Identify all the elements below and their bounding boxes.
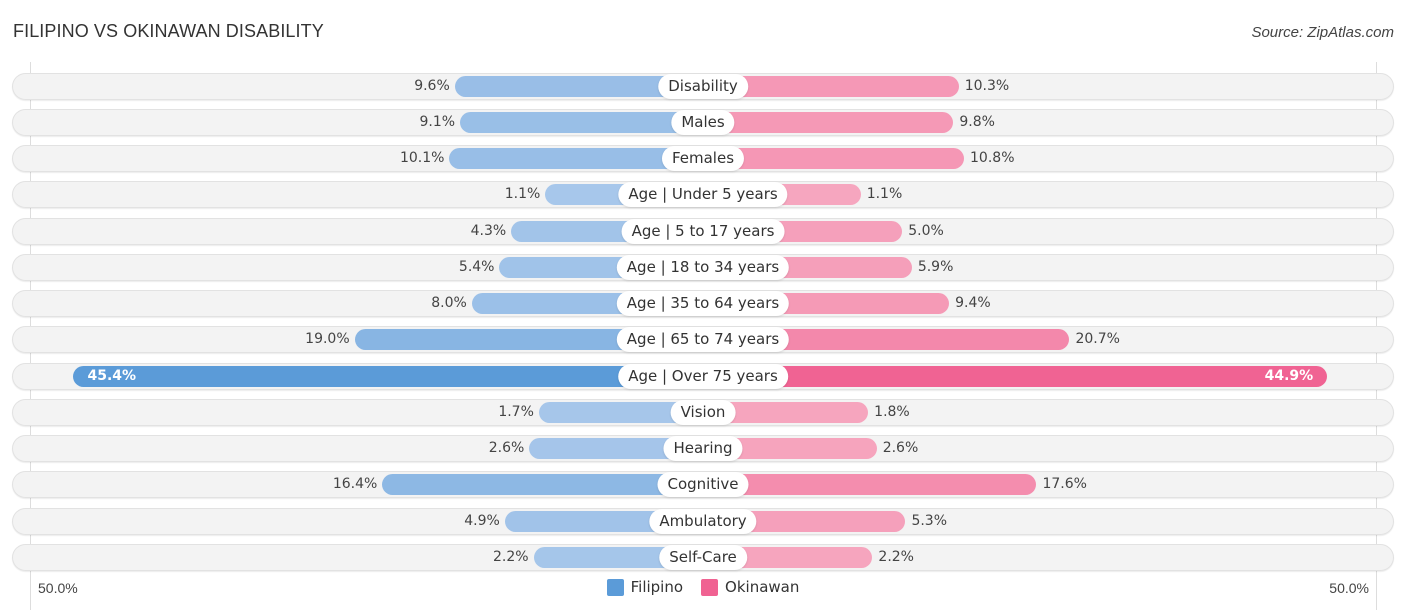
value-label-filipino: 8.0% — [431, 295, 467, 311]
legend-swatch-filipino — [606, 578, 624, 596]
legend-swatch-okinawan — [701, 578, 719, 596]
category-label: Age | 18 to 34 years — [616, 254, 790, 280]
value-label-okinawan: 9.8% — [959, 113, 995, 130]
bar-okinawan — [703, 474, 1037, 496]
category-label: Age | 65 to 74 years — [616, 327, 790, 353]
value-label-filipino: 1.7% — [498, 403, 534, 420]
value-label-filipino: 10.1% — [399, 150, 445, 166]
value-label-okinawan: 44.9% — [1264, 367, 1314, 384]
value-label-okinawan: 20.7% — [1075, 331, 1120, 348]
category-label: Age | Over 75 years — [618, 363, 788, 389]
value-label-filipino: 9.1% — [419, 113, 456, 130]
legend-item-okinawan: Okinawan — [701, 578, 799, 596]
category-label: Age | 35 to 64 years — [616, 291, 790, 316]
value-label-filipino: 19.0% — [305, 331, 350, 348]
value-label-okinawan: 1.1% — [866, 186, 903, 203]
bar-okinawan — [703, 365, 1328, 387]
value-label-okinawan: 2.6% — [882, 440, 919, 456]
value-label-filipino: 5.4% — [458, 258, 495, 275]
value-label-okinawan: 10.3% — [964, 77, 1010, 94]
value-label-okinawan: 1.8% — [874, 403, 910, 420]
category-label: Age | 5 to 17 years — [621, 218, 785, 244]
diverging-bar-chart: 9.6% 10.3% Disability 9.1% 9.8% Males 10.1% 10.… — [0, 0, 1406, 612]
value-label-filipino: 4.9% — [464, 512, 500, 529]
bar-filipino — [460, 111, 703, 133]
bar-okinawan — [703, 111, 954, 133]
legend-item-filipino: Filipino — [606, 578, 684, 596]
value-label-okinawan: 17.6% — [1042, 476, 1087, 493]
value-label-filipino: 1.1% — [504, 186, 541, 203]
value-label-okinawan: 10.8% — [970, 150, 1015, 166]
bar-filipino — [73, 365, 703, 387]
value-label-okinawan: 9.4% — [955, 295, 991, 311]
category-label: Males — [671, 109, 735, 135]
value-label-okinawan: 5.0% — [908, 222, 944, 239]
value-label-filipino: 4.3% — [470, 222, 507, 239]
value-label-filipino: 16.4% — [332, 476, 378, 493]
category-label: Vision — [670, 399, 736, 425]
value-label-okinawan: 2.2% — [878, 548, 914, 565]
legend-label-filipino: Filipino — [630, 578, 684, 596]
value-label-okinawan: 5.3% — [911, 512, 948, 529]
value-label-filipino: 2.6% — [488, 440, 525, 456]
legend-label-okinawan: Okinawan — [725, 578, 800, 596]
category-label: Age | Under 5 years — [618, 182, 788, 208]
category-label: Disability — [658, 73, 748, 99]
category-label: Females — [661, 146, 745, 171]
value-label-filipino: 45.4% — [87, 367, 137, 384]
category-label: Self-Care — [659, 544, 747, 570]
category-label: Hearing — [663, 436, 743, 461]
value-label-filipino: 9.6% — [414, 77, 450, 94]
category-label: Ambulatory — [649, 508, 757, 534]
value-label-okinawan: 5.9% — [917, 258, 954, 275]
value-label-filipino: 2.2% — [493, 548, 529, 565]
bar-filipino — [382, 474, 703, 496]
legend: Filipino Okinawan — [0, 578, 1406, 596]
category-label: Cognitive — [657, 472, 749, 498]
